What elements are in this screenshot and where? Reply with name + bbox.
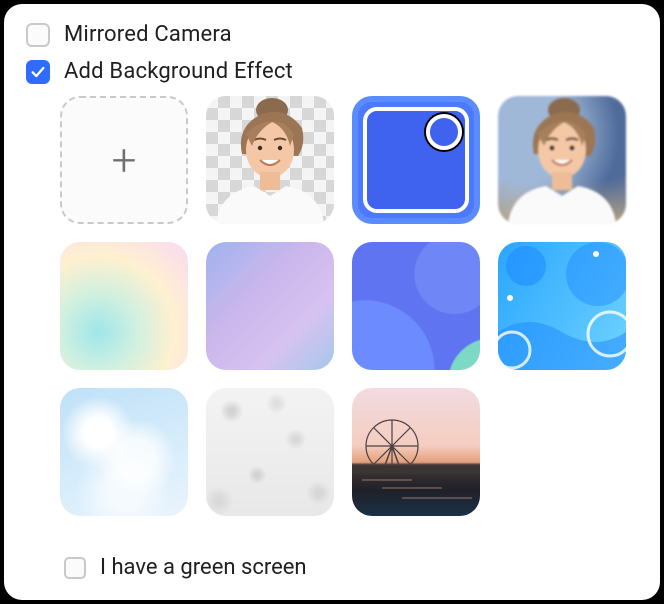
concrete-tile[interactable] xyxy=(206,388,334,516)
sunset-tile[interactable] xyxy=(352,388,480,516)
video-settings-panel: Mirrored Camera Add Background Effect + xyxy=(4,4,660,600)
green-screen-row: I have a green screen xyxy=(64,555,307,580)
lilac-gradient-tile[interactable] xyxy=(206,242,334,370)
mirrored-camera-row: Mirrored Camera xyxy=(26,22,638,47)
sunset-scene-icon xyxy=(352,388,480,516)
mirrored-camera-label: Mirrored Camera xyxy=(64,22,232,47)
pastel-gradient-tile[interactable] xyxy=(60,242,188,370)
add-background-tile[interactable]: + xyxy=(60,96,188,224)
person-cutout-icon xyxy=(206,96,334,224)
add-bg-effect-label: Add Background Effect xyxy=(64,59,293,84)
blue-wave-tile[interactable] xyxy=(352,242,480,370)
background-grid: + xyxy=(60,96,638,516)
check-icon xyxy=(30,64,46,80)
add-bg-effect-checkbox[interactable] xyxy=(26,60,50,84)
add-bg-effect-row: Add Background Effect xyxy=(26,59,638,84)
flat-shapes-icon xyxy=(498,242,626,370)
green-screen-label: I have a green screen xyxy=(100,555,307,580)
solid-blue-tile[interactable] xyxy=(352,96,480,224)
flat-shapes-tile[interactable] xyxy=(498,242,626,370)
person-blur-icon xyxy=(498,96,626,224)
selected-indicator-icon xyxy=(426,114,462,150)
no-background-tile[interactable] xyxy=(206,96,334,224)
blur-background-tile[interactable] xyxy=(498,96,626,224)
plus-icon: + xyxy=(112,138,137,182)
green-screen-checkbox[interactable] xyxy=(64,557,86,579)
mirrored-camera-checkbox[interactable] xyxy=(26,23,50,47)
clouds-tile[interactable] xyxy=(60,388,188,516)
